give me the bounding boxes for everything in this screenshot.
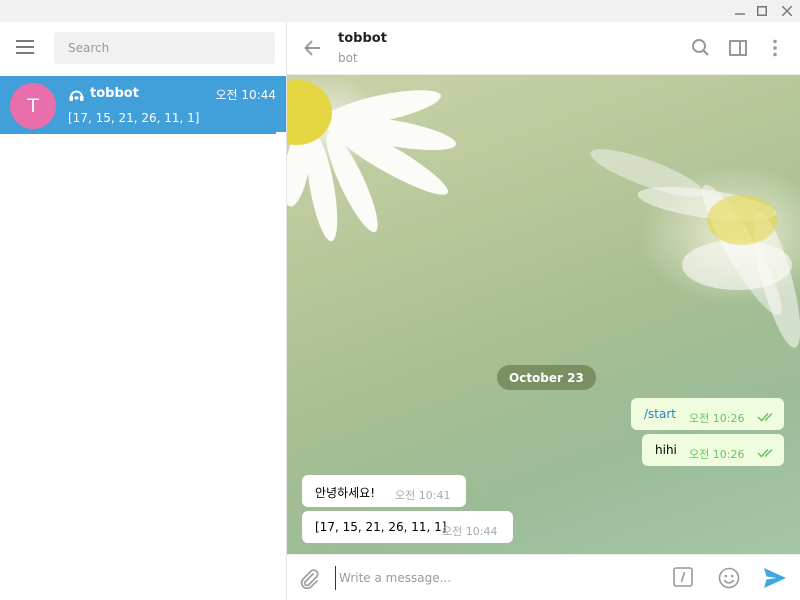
message-text: hihi	[655, 443, 677, 457]
chat-preview: [17, 15, 21, 26, 11, 1]	[68, 111, 200, 125]
menu-icon[interactable]	[16, 40, 38, 56]
chat-name: tobbot	[90, 86, 139, 101]
chat-header: tobbot bot	[287, 22, 800, 75]
date-separator: October 23	[497, 365, 596, 390]
chat-background: October 23 /start 오전 10:26 hihi 오전 10:26…	[287, 75, 800, 554]
message-time: 오전 10:44	[442, 525, 498, 538]
message-time: 오전 10:26	[689, 412, 745, 425]
message-composer	[287, 554, 800, 600]
back-arrow-icon[interactable]	[303, 38, 323, 62]
bot-icon	[69, 87, 84, 106]
attach-icon[interactable]	[298, 567, 320, 593]
bot-command-link[interactable]: /start	[644, 407, 676, 421]
search-input[interactable]	[54, 32, 275, 64]
window-titlebar	[0, 0, 800, 22]
minimize-icon[interactable]	[730, 2, 750, 20]
message-bubble-outgoing[interactable]: /start 오전 10:26	[631, 398, 784, 430]
chat-time: 오전 10:44	[215, 88, 276, 102]
message-text: 안녕하세요!	[315, 486, 376, 500]
message-bubble-incoming[interactable]: [17, 15, 21, 26, 11, 1] 오전 10:44	[302, 511, 513, 543]
send-icon[interactable]	[763, 567, 787, 593]
double-check-icon	[757, 447, 777, 461]
search-icon[interactable]	[691, 38, 711, 62]
message-time: 오전 10:41	[395, 489, 451, 502]
slash-command-icon[interactable]	[673, 567, 693, 591]
selection-marker	[276, 132, 286, 134]
maximize-icon[interactable]	[752, 2, 772, 20]
emoji-icon[interactable]	[718, 567, 740, 593]
message-input[interactable]	[335, 566, 655, 590]
double-check-icon	[757, 411, 777, 425]
chat-title[interactable]: tobbot	[338, 31, 387, 46]
more-vertical-icon[interactable]	[765, 38, 785, 62]
sidebar-toggle-icon[interactable]	[728, 38, 748, 62]
message-time: 오전 10:26	[689, 448, 745, 461]
message-bubble-incoming[interactable]: 안녕하세요! 오전 10:41	[302, 475, 466, 507]
chat-subtitle: bot	[338, 51, 358, 65]
close-icon[interactable]	[777, 2, 797, 20]
avatar: T	[10, 83, 56, 129]
chat-list-panel: T tobbot 오전 10:44 [17, 15, 21, 26, 11, 1…	[0, 22, 287, 600]
message-bubble-outgoing[interactable]: hihi 오전 10:26	[642, 434, 784, 466]
message-text: [17, 15, 21, 26, 11, 1]	[315, 520, 447, 534]
chat-list-item[interactable]: T tobbot 오전 10:44 [17, 15, 21, 26, 11, 1…	[0, 76, 286, 134]
